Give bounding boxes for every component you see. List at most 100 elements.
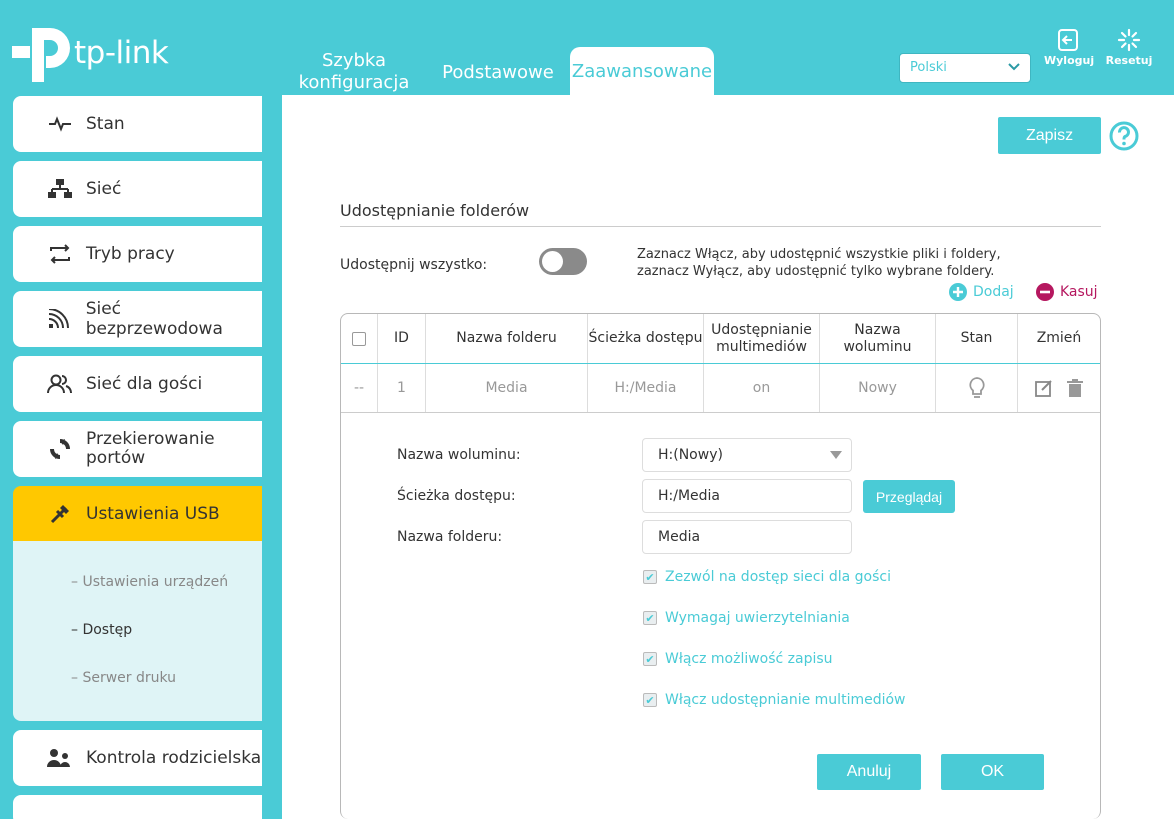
dropdown-arrow-icon [830,451,842,459]
sidebar-item-parental-control[interactable]: Kontrola rodzicielska [13,730,262,786]
select-all-cell [341,314,378,363]
tab-quick-setup-line1: Szybka [321,50,387,71]
hint-line2: zaznacz Wyłącz, aby udostępnić tylko wyb… [637,264,995,279]
swap-arrows-icon [43,244,77,264]
submenu-device-settings[interactable]: – Ustawienia urządzeń [71,574,228,590]
share-all-hint: Zaznacz Włącz, aby udostępnić wszystkie … [637,246,1057,280]
row-edit [1018,364,1100,412]
share-all-label: Udostępnij wszystko: [340,257,488,273]
wireless-icon [43,309,77,329]
option-label: Włącz udostępnianie multimediów [665,692,906,708]
sidebar-item-wireless[interactable]: Sieć bezprzewodowa [13,291,262,347]
path-field[interactable]: H:/Media [642,479,852,513]
col-folder: Nazwa folderu [426,314,588,363]
tab-quick-setup[interactable]: Szybka konfiguracja [290,50,418,94]
delete-label: Kasuj [1060,284,1098,300]
row-path: H:/Media [588,364,704,412]
help-icon[interactable] [1109,121,1139,155]
table-row: -- 1 Media H:/Media on Nowy [341,364,1100,413]
volume-label: Nazwa woluminu: [397,447,521,463]
logout-button[interactable]: Wyloguj [1044,28,1095,67]
language-select[interactable]: Polski [899,53,1031,83]
col-volume-line1: Nazwa [854,321,901,338]
row-volume: Nowy [820,364,936,412]
reset-icon [1117,28,1141,52]
option-label: Wymagaj uwierzytelniania [665,610,850,626]
forwarding-icon [43,438,77,460]
logout-icon [1058,29,1078,51]
check-icon[interactable]: ✔ [643,611,657,625]
sidebar-item-operation-mode[interactable]: Tryb pracy [13,226,262,282]
delete-button[interactable]: Kasuj [1036,283,1098,301]
chevron-down-icon [1008,60,1020,74]
section-title: Udostępnianie folderów [340,201,530,220]
check-icon[interactable]: ✔ [643,652,657,666]
usb-icon [43,503,77,525]
row-id: 1 [378,364,426,412]
add-label: Dodaj [973,284,1014,300]
ok-button[interactable]: OK [941,754,1044,790]
sidebar-item-usb-settings[interactable]: Ustawienia USB [13,486,262,542]
option-guest-access[interactable]: ✔ Zezwól na dostęp sieci dla gości [643,569,891,585]
row-folder: Media [426,364,588,412]
sidebar-item-label: Przekierowanie portów [86,430,215,468]
trash-icon[interactable] [1067,379,1083,397]
save-button[interactable]: Zapisz [998,117,1101,154]
option-label: Zezwól na dostęp sieci dla gości [665,569,891,585]
sidebar-item-partial[interactable] [13,795,262,819]
edit-icon[interactable] [1035,379,1053,397]
folders-table: ID Nazwa folderu Ścieżka dostępu Udostęp… [340,313,1101,819]
option-media-sharing[interactable]: ✔ Włącz udostępnianie multimediów [643,692,906,708]
check-icon[interactable]: ✔ [643,570,657,584]
check-icon[interactable]: ✔ [643,693,657,707]
submenu-access[interactable]: – Dostęp [71,622,132,638]
option-require-auth[interactable]: ✔ Wymagaj uwierzytelniania [643,610,850,626]
main-panel: Zapisz Udostępnianie folderów Udostępnij… [282,95,1174,819]
row-media: on [704,364,820,412]
sidebar-item-guest-network[interactable]: Sieć dla gości [13,356,262,412]
col-media-line2: multimediów [716,338,807,355]
submenu-print-server[interactable]: – Serwer druku [71,670,176,686]
lightbulb-icon[interactable] [968,376,986,400]
volume-select-value: H:(Nowy) [658,447,723,463]
folder-label: Nazwa folderu: [397,529,503,545]
add-icon [949,283,967,301]
col-volume-line2: woluminu [843,338,912,355]
browse-button[interactable]: Przeglądaj [863,480,955,513]
hint-line1: Zaznacz Włącz, aby udostępnić wszystkie … [637,247,1001,262]
sidebar-item-port-forwarding[interactable]: Przekierowanie portów [13,421,262,477]
sidebar-item-label-line2: portów [86,448,146,468]
logout-label: Wyloguj [1044,54,1095,67]
sidebar-item-status[interactable]: Stan [13,96,262,152]
sidebar-item-network[interactable]: Sieć [13,161,262,217]
add-button[interactable]: Dodaj [949,283,1014,301]
tab-advanced[interactable]: Zaawansowane [570,47,714,95]
sidebar-item-label: Tryb pracy [86,244,175,264]
tab-basic[interactable]: Podstawowe [436,62,560,84]
brand-name: tp-link [74,35,169,71]
option-write-access[interactable]: ✔ Włącz możliwość zapisu [643,651,833,667]
tab-basic-label: Podstawowe [442,62,554,83]
share-all-toggle[interactable] [539,248,587,275]
col-path: Ścieżka dostępu [588,314,704,363]
cancel-button[interactable]: Anuluj [817,754,921,790]
reset-button[interactable]: Resetuj [1104,28,1154,67]
usb-submenu: – Ustawienia urządzeń – Dostęp – Serwer … [13,541,262,721]
col-id: ID [378,314,426,363]
col-edit: Zmień [1036,330,1082,346]
col-media-line1: Udostępnianie [711,321,812,338]
remove-icon [1036,283,1054,301]
volume-select[interactable]: H:(Nowy) [642,438,852,472]
language-value: Polski [910,60,947,75]
reset-label: Resetuj [1105,54,1153,67]
sidebar-item-label: Sieć [86,179,122,199]
tab-advanced-label: Zaawansowane [571,61,713,82]
path-label: Ścieżka dostępu: [397,488,516,504]
row-check: -- [341,364,378,412]
tp-link-logo: tp-link [12,24,169,82]
sidebar-item-label: Ustawienia USB [86,504,220,524]
tab-quick-setup-line2: konfiguracja [298,72,410,93]
folder-field[interactable]: Media [642,520,852,554]
sidebar-item-label: Sieć bezprzewodowa [85,299,223,339]
select-all-checkbox[interactable] [352,331,366,346]
